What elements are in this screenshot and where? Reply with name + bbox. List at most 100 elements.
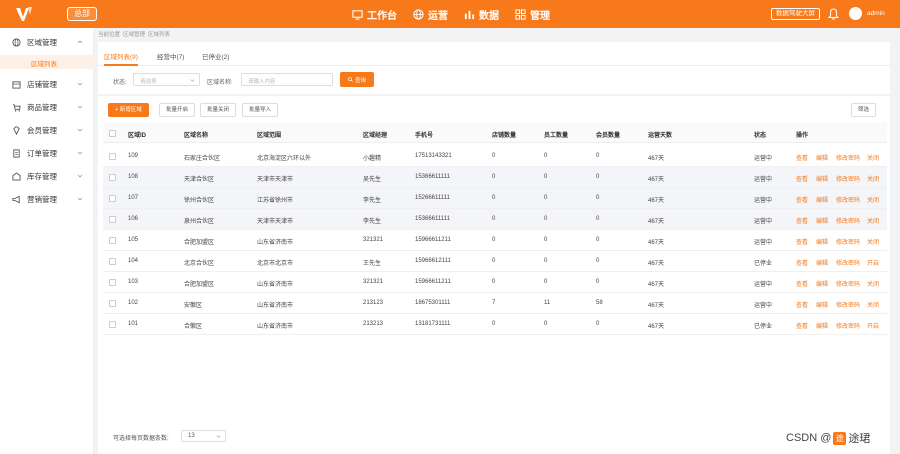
col-header[interactable]: 区域ID	[128, 130, 146, 139]
cart-icon	[12, 103, 21, 112]
edit-link[interactable]: 编辑	[816, 258, 828, 267]
change-password-link[interactable]: 修改密码	[836, 279, 860, 288]
batch-import-button[interactable]: 批量导入	[242, 103, 279, 117]
change-password-link[interactable]: 修改密码	[836, 237, 860, 246]
cell-range: 山东省济南市	[257, 303, 294, 309]
toggle-link[interactable]: 开启	[867, 321, 879, 330]
bigscreen-button[interactable]: 数据驾驶大屏	[771, 8, 820, 20]
username[interactable]: admin	[867, 10, 885, 17]
status-select[interactable]: 请选择	[133, 73, 200, 86]
view-link[interactable]: 查看	[796, 279, 808, 288]
breadcrumb-item[interactable]: 区域列表	[148, 30, 170, 38]
cell-id: 101	[128, 321, 139, 327]
sidebar-item-member[interactable]: 会员管理	[0, 122, 94, 138]
breadcrumb-item: 当前位置	[98, 32, 121, 38]
row-checkbox[interactable]	[109, 237, 116, 244]
view-link[interactable]: 查看	[796, 300, 808, 309]
edit-link[interactable]: 编辑	[816, 300, 828, 309]
breadcrumb-item[interactable]: 区域管理	[123, 30, 145, 38]
page-size-select[interactable]: 13	[181, 430, 226, 442]
toggle-link[interactable]: 开启	[867, 258, 879, 267]
nav-operations[interactable]: 运营	[413, 7, 448, 22]
monitor-icon	[352, 9, 363, 20]
filter-button[interactable]: 筛选	[851, 103, 877, 117]
sidebar-item-store[interactable]: 店铺管理	[0, 76, 94, 92]
toggle-link[interactable]: 关闭	[867, 300, 879, 309]
row-checkbox[interactable]	[109, 153, 116, 160]
batch-close-button[interactable]: 批量关闭	[200, 103, 237, 117]
brand-badge[interactable]: 总部	[67, 7, 97, 21]
edit-link[interactable]: 编辑	[816, 237, 828, 246]
change-password-link[interactable]: 修改密码	[836, 153, 860, 162]
watermark-name: 途珺	[848, 433, 871, 445]
change-password-link[interactable]: 修改密码	[836, 174, 860, 183]
view-link[interactable]: 查看	[796, 321, 808, 330]
chevron-down-icon	[77, 197, 83, 201]
row-checkbox[interactable]	[109, 174, 116, 181]
view-link[interactable]: 查看	[796, 195, 808, 204]
region-name-input[interactable]: 请输入内容	[241, 73, 333, 86]
change-password-link[interactable]: 修改密码	[836, 321, 860, 330]
row-checkbox[interactable]	[109, 279, 116, 286]
cell-status: 运营中	[754, 303, 773, 309]
row-checkbox[interactable]	[109, 195, 116, 202]
col-header: 会员数量	[596, 133, 621, 139]
toggle-link[interactable]: 关闭	[867, 237, 879, 246]
toggle-link[interactable]: 关闭	[867, 279, 879, 288]
toggle-link[interactable]: 关闭	[867, 195, 879, 204]
tab-operating[interactable]: 经营中(7)	[157, 51, 184, 61]
sidebar-item-marketing[interactable]: 营销管理	[0, 191, 94, 207]
nav-data[interactable]: 数据	[464, 7, 499, 22]
chevron-down-icon	[77, 128, 83, 132]
toggle-link[interactable]: 关闭	[867, 174, 879, 183]
sidebar-item-label: 会员管理	[27, 125, 57, 135]
add-region-button[interactable]: + 新增区域	[108, 103, 149, 117]
change-password-link[interactable]: 修改密码	[836, 216, 860, 225]
cell-staff: 0	[544, 195, 548, 201]
select-all-checkbox[interactable]	[109, 130, 116, 137]
cell-days: 467天	[648, 156, 665, 162]
sidebar-item-order[interactable]: 订单管理	[0, 145, 94, 161]
sidebar-item-goods[interactable]: 商品管理	[0, 99, 94, 115]
globe-icon	[413, 8, 424, 20]
bell-icon[interactable]	[828, 8, 839, 20]
tab-region-list[interactable]: 区域列表(9)	[104, 51, 138, 61]
view-link[interactable]: 查看	[796, 258, 808, 267]
edit-link[interactable]: 编辑	[816, 279, 828, 288]
sidebar-item-inventory[interactable]: 库存管理	[0, 168, 94, 184]
edit-link[interactable]: 编辑	[816, 321, 828, 330]
change-password-link[interactable]: 修改密码	[836, 300, 860, 309]
row-checkbox[interactable]	[109, 258, 116, 265]
col-header: 状态	[754, 133, 767, 139]
table-row: 108 天津合伙区 天津市天津市 吴先生 15366611111 0 0 0 4…	[103, 167, 887, 188]
query-button[interactable]: 查询	[340, 72, 374, 87]
row-checkbox[interactable]	[109, 216, 116, 223]
nav-management[interactable]: 管理	[515, 7, 550, 22]
col-header: 区域名称	[184, 133, 209, 139]
change-password-link[interactable]: 修改密码	[836, 258, 860, 267]
edit-link[interactable]: 编辑	[816, 153, 828, 162]
bar-chart-icon	[464, 10, 475, 19]
avatar[interactable]	[849, 7, 862, 20]
view-link[interactable]: 查看	[796, 237, 808, 246]
cell-days: 467天	[648, 282, 665, 288]
batch-open-button[interactable]: 批量开启	[159, 103, 196, 117]
row-checkbox[interactable]	[109, 321, 116, 328]
toggle-link[interactable]: 关闭	[867, 216, 879, 225]
edit-link[interactable]: 编辑	[816, 216, 828, 225]
view-link[interactable]: 查看	[796, 153, 808, 162]
cell-name: 合徽区	[184, 324, 203, 330]
view-link[interactable]: 查看	[796, 216, 808, 225]
edit-link[interactable]: 编辑	[816, 195, 828, 204]
sidebar: 区域管理 区域列表 店铺管理 商品管理 会员管理 订单管理 库存管理 营销管理	[0, 28, 94, 454]
edit-link[interactable]: 编辑	[816, 174, 828, 183]
change-password-link[interactable]: 修改密码	[836, 195, 860, 204]
table-row: 105 合肥加盟区 山东省济南市 321321 15966611211 0 0 …	[103, 230, 887, 251]
nav-workbench[interactable]: 工作台	[352, 7, 397, 22]
sidebar-item-region[interactable]: 区域管理	[0, 34, 94, 50]
sidebar-subitem-region-list[interactable]: 区域列表	[0, 55, 94, 69]
row-checkbox[interactable]	[109, 300, 116, 307]
tab-closed[interactable]: 已停业(2)	[202, 51, 229, 61]
view-link[interactable]: 查看	[796, 174, 808, 183]
toggle-link[interactable]: 关闭	[867, 153, 879, 162]
